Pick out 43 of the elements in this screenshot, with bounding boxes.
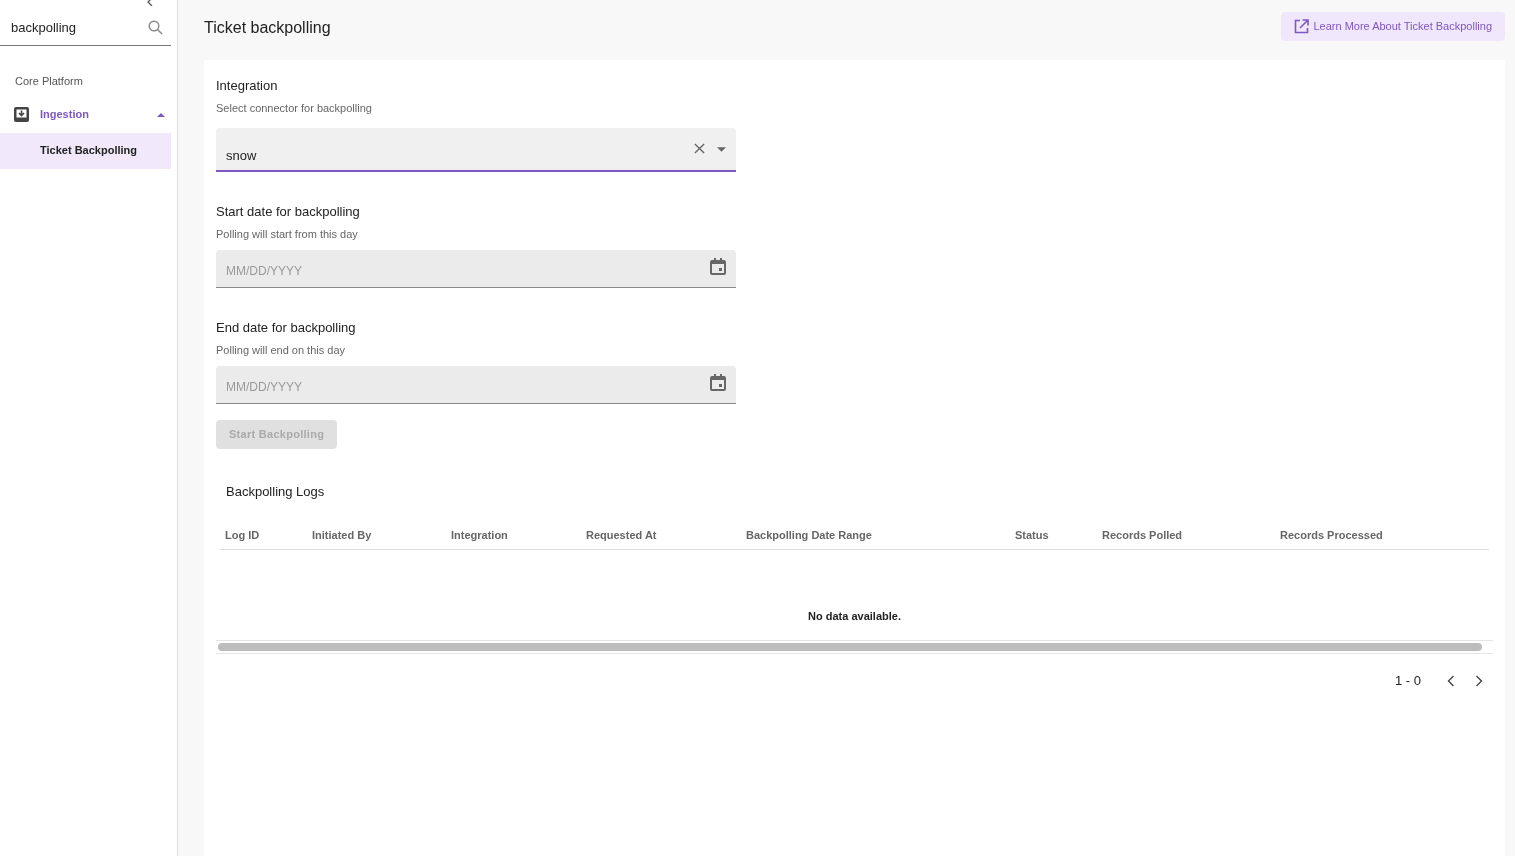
nav-group[interactable]: Ingestion bbox=[0, 101, 171, 128]
integration-select[interactable]: snow bbox=[216, 128, 736, 172]
date-input[interactable]: MM/DD/YYYY bbox=[226, 257, 710, 280]
chevron-left-icon[interactable] bbox=[147, 0, 153, 6]
column-header: Status bbox=[1014, 527, 1050, 543]
date-input[interactable]: MM/DD/YYYY bbox=[226, 373, 710, 396]
empty-message: No data available. bbox=[808, 609, 901, 625]
field-hint: Select connector for backpolling bbox=[216, 100, 373, 116]
learn-more-button[interactable]: Learn More About Ticket Backpolling bbox=[1281, 12, 1505, 41]
nav-item[interactable]: Ticket Backpolling bbox=[0, 132, 171, 169]
calendar-icon[interactable] bbox=[710, 374, 726, 391]
search-icon[interactable] bbox=[148, 20, 163, 35]
sidebar-search[interactable]: backpolling bbox=[0, 10, 171, 46]
column-header: Initiated By bbox=[311, 527, 373, 543]
clear-icon[interactable] bbox=[694, 143, 705, 154]
column-header: Records Processed bbox=[1279, 527, 1384, 543]
date-field[interactable]: MM/DD/YYYY bbox=[216, 250, 736, 288]
section-heading: Core Platform bbox=[15, 74, 84, 89]
chevron-left-icon[interactable] bbox=[1447, 674, 1455, 687]
scrollbar-thumb[interactable] bbox=[218, 642, 1482, 651]
horizontal-scrollbar[interactable] bbox=[216, 639, 1493, 654]
column-header: Requested At bbox=[585, 527, 658, 543]
page-title: Ticket backpolling bbox=[204, 18, 331, 38]
logs-title: Backpolling Logs bbox=[226, 483, 326, 501]
pagination-range: 1 - 0 bbox=[1395, 671, 1421, 690]
field-hint: Polling will end on this day bbox=[216, 342, 347, 358]
field-label: Integration bbox=[216, 77, 279, 95]
sidebar-search-input[interactable]: backpolling bbox=[11, 17, 148, 38]
dropdown-caret-icon[interactable] bbox=[717, 147, 726, 152]
field-hint: Polling will start from this day bbox=[216, 226, 359, 242]
column-header: Log ID bbox=[224, 527, 261, 543]
field-label: End date for backpolling bbox=[216, 319, 357, 337]
chevron-right-icon[interactable] bbox=[1475, 674, 1483, 687]
column-header: Integration bbox=[450, 527, 509, 543]
column-header: Backpolling Date Range bbox=[745, 527, 873, 543]
integration-input[interactable]: snow bbox=[226, 145, 694, 165]
external-link-icon bbox=[1294, 19, 1310, 34]
calendar-icon[interactable] bbox=[710, 258, 726, 275]
field-label: Start date for backpolling bbox=[216, 203, 361, 221]
inbox-icon bbox=[14, 107, 29, 122]
caret-icon[interactable] bbox=[157, 112, 165, 117]
date-field[interactable]: MM/DD/YYYY bbox=[216, 366, 736, 404]
column-header: Records Polled bbox=[1101, 527, 1184, 543]
